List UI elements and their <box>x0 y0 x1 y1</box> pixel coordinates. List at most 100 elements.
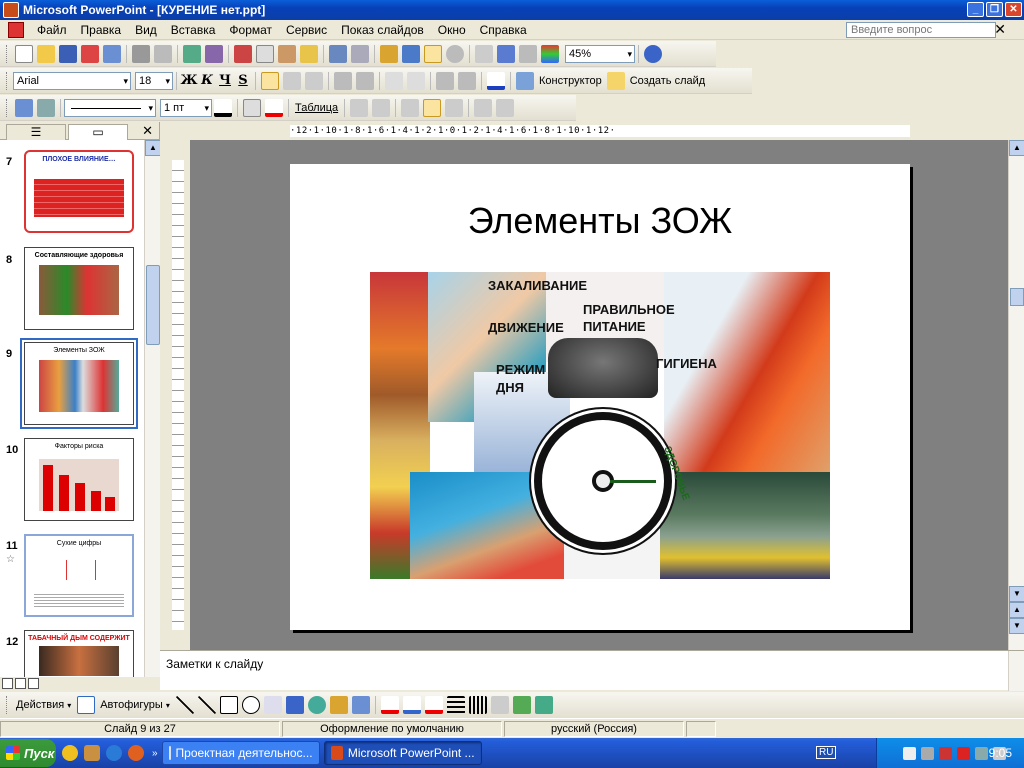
scroll-thumb[interactable] <box>146 265 160 345</box>
normal-view-button[interactable] <box>2 678 13 689</box>
slide-title[interactable]: Элементы ЗОЖ <box>290 200 910 242</box>
menu-help[interactable]: Справка <box>473 23 534 37</box>
slideshow-button[interactable] <box>28 678 39 689</box>
start-button[interactable]: Пуск <box>0 739 56 767</box>
redo-icon[interactable] <box>351 44 369 63</box>
menu-insert[interactable]: Вставка <box>164 23 223 37</box>
numbering-icon[interactable] <box>334 71 352 90</box>
cut-icon[interactable] <box>234 44 252 63</box>
notes-scrollbar[interactable] <box>1008 651 1024 691</box>
slide-vertical-scrollbar[interactable]: ▲ ▼ ▲ ▼ <box>1008 140 1024 650</box>
designer-icon[interactable] <box>516 71 534 90</box>
shadow-button[interactable]: S <box>234 73 252 88</box>
menu-view[interactable]: Вид <box>128 23 164 37</box>
line-color-icon[interactable] <box>402 696 421 714</box>
copy-icon[interactable] <box>256 44 274 63</box>
menu-tools[interactable]: Сервис <box>279 23 334 37</box>
toolbar-grip[interactable] <box>6 98 9 117</box>
color-grayscale-icon[interactable] <box>541 44 559 63</box>
shadow-style-icon[interactable] <box>512 696 531 714</box>
volume-icon[interactable] <box>939 746 952 760</box>
task-button-project[interactable]: Проектная деятельнос... <box>161 741 320 765</box>
outline-tab[interactable]: ☰ <box>6 124 66 140</box>
diagram-icon[interactable] <box>307 696 326 714</box>
clipart-icon[interactable] <box>329 696 348 714</box>
increase-indent-icon[interactable] <box>458 71 476 90</box>
email-icon[interactable] <box>103 44 121 63</box>
slides-tab[interactable]: ▭ <box>68 124 128 140</box>
slide-thumbnail-8[interactable]: Составляющие здоровья <box>24 247 134 330</box>
scroll-up-arrow[interactable]: ▲ <box>145 140 161 156</box>
quicklaunch-icon-1[interactable] <box>62 745 78 761</box>
draw-table-icon[interactable] <box>15 98 33 117</box>
print-preview-icon[interactable] <box>154 44 172 63</box>
network-icon[interactable] <box>921 746 934 760</box>
center-vertically-icon[interactable] <box>423 98 442 117</box>
picture-icon[interactable] <box>351 696 370 714</box>
close-button[interactable]: ✕ <box>1005 2 1022 17</box>
task-button-powerpoint[interactable]: Microsoft PowerPoint ... <box>323 741 482 765</box>
close-pane-icon[interactable]: ✕ <box>142 123 153 139</box>
eraser-icon[interactable] <box>37 98 55 117</box>
distribute-rows-icon[interactable] <box>474 98 493 117</box>
line-icon[interactable] <box>175 696 194 714</box>
slide-thumbnail-10[interactable]: Факторы риска <box>24 438 134 521</box>
increase-font-icon[interactable] <box>385 71 403 90</box>
save-icon[interactable] <box>59 44 77 63</box>
line-style-icon[interactable] <box>446 696 465 714</box>
toolbar-grip[interactable] <box>6 696 9 714</box>
current-slide[interactable]: Элементы ЗОЖ ЗАКАЛИВАНИЕ ДВИЖЕНИЕ ПРАВИЛ… <box>290 164 910 630</box>
document-icon[interactable] <box>8 21 24 38</box>
italic-button[interactable]: К <box>198 73 216 88</box>
align-center-icon[interactable] <box>283 71 301 90</box>
slide-thumbnail-12[interactable]: ТАБАЧНЫЙ ДЫМ СОДЕРЖИТ <box>24 630 134 677</box>
font-size-select[interactable]: 18 <box>135 71 173 90</box>
dash-style-icon[interactable] <box>468 696 487 714</box>
scroll-up-arrow[interactable]: ▲ <box>1009 140 1024 156</box>
select-pointer-icon[interactable] <box>77 696 96 714</box>
merge-cells-icon[interactable] <box>350 98 369 117</box>
paste-icon[interactable] <box>278 44 296 63</box>
designer-button[interactable]: Конструктор <box>536 75 605 87</box>
align-right-icon[interactable] <box>305 71 323 90</box>
font-color-icon[interactable] <box>487 71 505 90</box>
design-template[interactable]: Оформление по умолчанию <box>282 720 502 737</box>
bullets-icon[interactable] <box>356 71 374 90</box>
format-painter-icon[interactable] <box>300 44 318 63</box>
restore-button[interactable]: ❐ <box>986 2 1003 17</box>
tables-borders-icon[interactable] <box>424 44 442 63</box>
menu-format[interactable]: Формат <box>222 23 279 37</box>
minimize-button[interactable]: _ <box>967 2 984 17</box>
menu-slideshow[interactable]: Показ слайдов <box>334 23 431 37</box>
show-formatting-icon[interactable] <box>497 44 515 63</box>
close-document-icon[interactable]: ✕ <box>994 21 1006 38</box>
font-select[interactable]: Arial <box>13 71 131 90</box>
expand-all-icon[interactable] <box>475 44 493 63</box>
decrease-indent-icon[interactable] <box>436 71 454 90</box>
3d-style-icon[interactable] <box>534 696 553 714</box>
slide-thumbnail-9[interactable]: Элементы ЗОЖ <box>20 338 138 429</box>
slide-sorter-button[interactable] <box>15 678 26 689</box>
print-icon[interactable] <box>132 44 150 63</box>
font-color-icon[interactable] <box>424 696 443 714</box>
oval-icon[interactable] <box>241 696 260 714</box>
decrease-font-icon[interactable] <box>407 71 425 90</box>
insert-chart-icon[interactable] <box>380 44 398 63</box>
table-menu-button[interactable]: Таблица <box>292 102 341 114</box>
next-slide-button[interactable]: ▼ <box>1009 618 1024 634</box>
arrow-style-icon[interactable] <box>490 696 509 714</box>
grid-icon[interactable] <box>519 44 537 63</box>
align-bottom-icon[interactable] <box>445 98 464 117</box>
arrow-icon[interactable] <box>197 696 216 714</box>
distribute-columns-icon[interactable] <box>496 98 515 117</box>
scroll-down-arrow[interactable]: ▼ <box>1009 586 1024 602</box>
language-indicator[interactable]: RU <box>816 746 837 759</box>
previous-slide-button[interactable]: ▲ <box>1009 602 1024 618</box>
ask-question-input[interactable]: Введите вопрос <box>846 22 996 38</box>
powerpoint-icon[interactable] <box>3 2 19 18</box>
rectangle-icon[interactable] <box>219 696 238 714</box>
open-icon[interactable] <box>37 44 55 63</box>
notes-pane[interactable]: Заметки к слайду <box>160 650 1024 691</box>
clock[interactable]: 9:05 <box>989 746 1012 760</box>
border-width-select[interactable]: 1 пт <box>160 98 212 117</box>
